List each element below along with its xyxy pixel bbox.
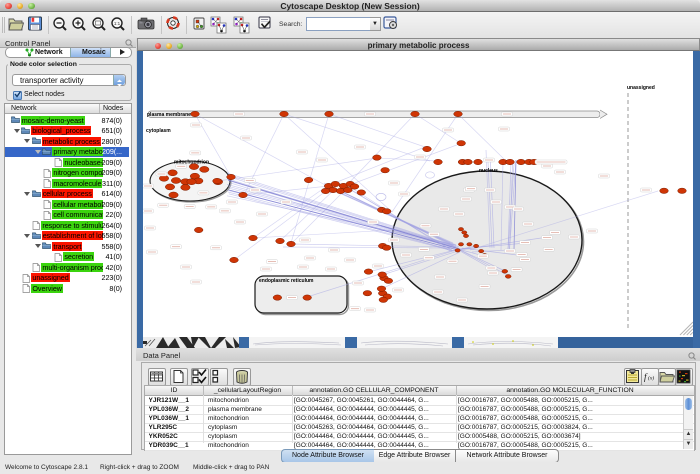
svg-text:unassigned: unassigned [627,85,655,91]
svg-text:1:1: 1:1 [114,21,121,26]
svg-text:cytoplasm: cytoplasm [146,128,171,134]
svg-text:plasma membrane: plasma membrane [147,112,191,118]
svg-text:endoplasmic reticulum: endoplasmic reticulum [259,278,314,284]
svg-text:nucleus: nucleus [479,168,498,174]
svg-text:(x): (x) [648,375,654,382]
